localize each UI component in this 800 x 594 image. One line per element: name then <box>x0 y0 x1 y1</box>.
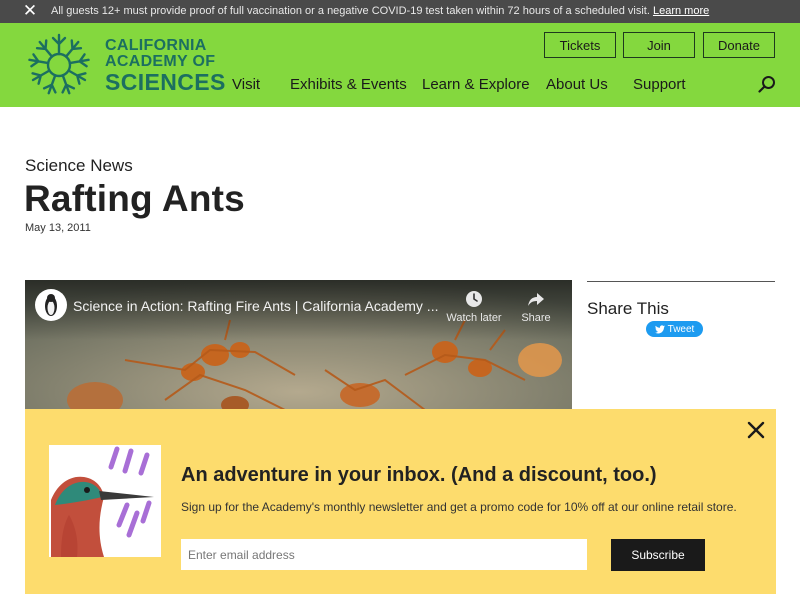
academy-logo-icon[interactable] <box>24 30 94 100</box>
clock-icon <box>466 291 482 307</box>
subscribe-button[interactable]: Subscribe <box>611 539 705 571</box>
alert-bar: ✕ All guests 12+ must provide proof of f… <box>0 0 800 23</box>
newsletter-description: Sign up for the Academy's monthly newsle… <box>181 500 737 514</box>
academy-logo-wordmark[interactable]: CALIFORNIA ACADEMY OF SCIENCES <box>105 38 226 94</box>
bee-eater-bird-illustration <box>49 445 161 557</box>
newsletter-modal: An adventure in your inbox. (And a disco… <box>25 409 776 594</box>
article-date: May 13, 2011 <box>25 222 91 234</box>
search-icon[interactable] <box>758 75 776 93</box>
learn-more-link[interactable]: Learn more <box>653 5 709 17</box>
tweet-button[interactable]: Tweet <box>646 321 703 337</box>
twitter-bird-icon <box>654 324 665 333</box>
page-title: Rafting Ants <box>24 178 245 219</box>
join-button[interactable]: Join <box>623 32 695 58</box>
nav-item-learn-explore[interactable]: Learn & Explore <box>422 76 530 93</box>
alert-text: All guests 12+ must provide proof of ful… <box>51 5 650 17</box>
video-title[interactable]: Science in Action: Rafting Fire Ants | C… <box>73 298 438 314</box>
share-divider <box>587 281 775 282</box>
newsletter-heading: An adventure in your inbox. (And a disco… <box>181 464 657 486</box>
nav-item-about-us[interactable]: About Us <box>546 76 608 93</box>
share-heading: Share This <box>587 299 669 318</box>
channel-avatar[interactable] <box>35 289 67 321</box>
nav-item-exhibits-events[interactable]: Exhibits & Events <box>290 76 407 93</box>
watch-later-button[interactable]: Watch later <box>441 290 507 324</box>
penguin-icon <box>45 294 57 316</box>
logo-line-3: SCIENCES <box>105 69 226 95</box>
email-field[interactable] <box>181 539 587 570</box>
close-icon[interactable]: ✕ <box>22 2 38 20</box>
donate-button[interactable]: Donate <box>703 32 775 58</box>
nav-item-support[interactable]: Support <box>633 76 686 93</box>
newsletter-bird-image <box>49 445 161 557</box>
logo-line-1: CALIFORNIA <box>105 37 207 54</box>
close-icon[interactable] <box>744 418 768 442</box>
logo-line-2: ACADEMY OF <box>105 53 216 70</box>
nav-item-visit[interactable]: Visit <box>232 76 260 93</box>
tickets-button[interactable]: Tickets <box>544 32 616 58</box>
share-arrow-icon <box>528 293 544 306</box>
video-player[interactable]: Science in Action: Rafting Fire Ants | C… <box>25 280 572 420</box>
site-header: CALIFORNIA ACADEMY OF SCIENCES Tickets J… <box>0 23 800 107</box>
alert-message: All guests 12+ must provide proof of ful… <box>51 5 709 17</box>
video-share-button[interactable]: Share <box>515 290 557 324</box>
tweet-label: Tweet <box>667 323 695 335</box>
watch-later-label: Watch later <box>446 312 502 324</box>
share-label: Share <box>521 312 551 324</box>
article-category[interactable]: Science News <box>25 156 133 176</box>
